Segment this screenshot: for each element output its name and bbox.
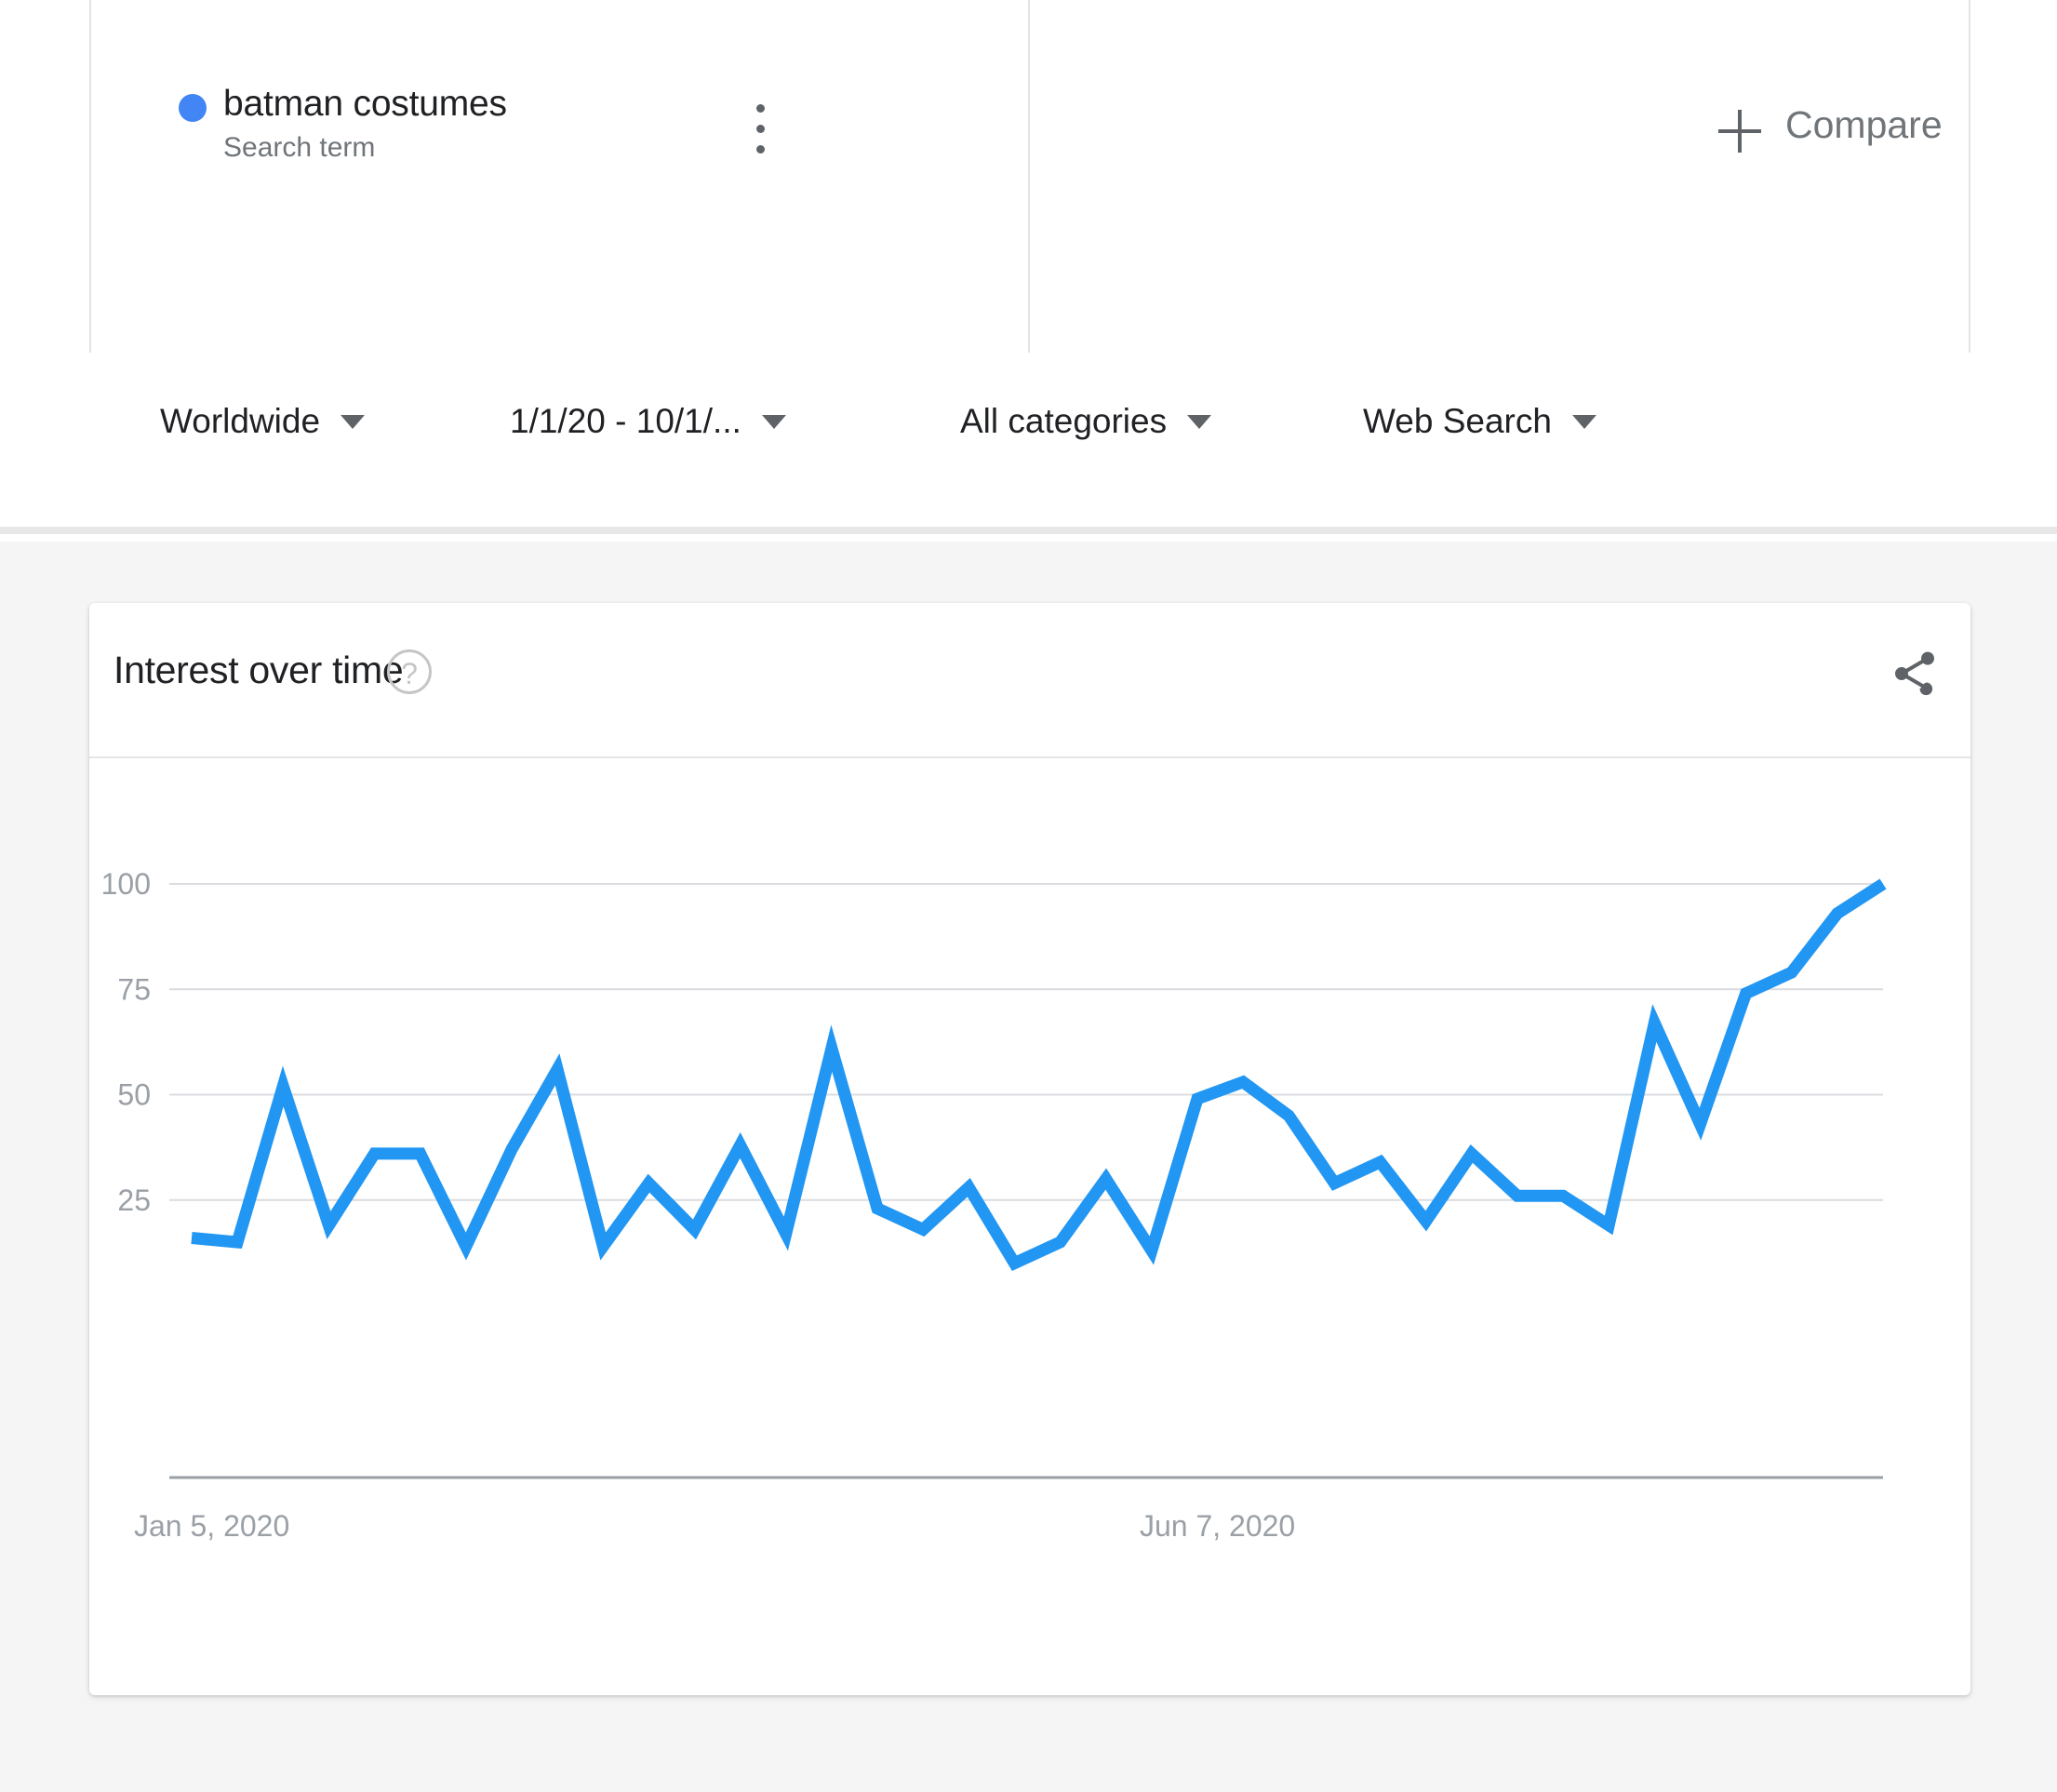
interest-over-time-card: Interest over time ? 25 50 75 100 Jan 5, 202… xyxy=(89,603,1970,1695)
search-term-card[interactable]: batman costumes Search term xyxy=(89,0,1030,353)
search-type-filter-label: Web Search xyxy=(1363,402,1552,440)
data-series-line xyxy=(191,878,1887,1272)
y-axis-tick-label: 75 xyxy=(117,972,151,1006)
card-header: Interest over time ? xyxy=(89,603,1970,758)
date-range-filter-label: 1/1/20 - 10/1/... xyxy=(510,402,741,440)
series-color-dot xyxy=(179,94,207,122)
location-filter-label: Worldwide xyxy=(160,402,321,440)
search-type-filter[interactable]: Web Search xyxy=(1363,394,1596,449)
x-axis-tick-label: Jun 7, 2020 xyxy=(1140,1509,1295,1543)
chevron-down-icon xyxy=(1571,414,1596,429)
y-axis-tick-label: 100 xyxy=(101,867,151,901)
y-axis-tick-label: 25 xyxy=(117,1184,151,1217)
x-axis-tick-label: Jan 5, 2020 xyxy=(134,1509,289,1543)
category-filter[interactable]: All categories xyxy=(960,394,1212,449)
kebab-menu-icon[interactable] xyxy=(754,104,767,162)
line-chart-svg: 25 50 75 100 Jan 5, 2020 Jun 7, 2020 xyxy=(101,867,1887,1543)
chevron-down-icon xyxy=(761,414,786,429)
page-title: Interest over time xyxy=(114,649,404,691)
category-filter-label: All categories xyxy=(960,402,1168,440)
term-bar: batman costumes Search term Compare xyxy=(0,0,2057,353)
filter-bar: Worldwide 1/1/20 - 10/1/... All categori… xyxy=(0,353,2057,534)
compare-button-label: Compare xyxy=(1785,103,1943,146)
help-circle-icon[interactable]: ? xyxy=(387,649,432,694)
plus-icon xyxy=(1718,110,1761,153)
y-axis-tick-label: 50 xyxy=(117,1078,151,1112)
location-filter[interactable]: Worldwide xyxy=(160,394,366,449)
chevron-down-icon xyxy=(341,414,366,429)
date-range-filter[interactable]: 1/1/20 - 10/1/... xyxy=(510,394,786,449)
page-body: Interest over time ? 25 50 75 100 Jan 5, 202… xyxy=(0,542,2057,1792)
search-term-type: Search term xyxy=(223,132,376,163)
add-comparison-card[interactable]: Compare xyxy=(1030,0,1970,353)
share-icon[interactable] xyxy=(1889,648,1941,700)
chevron-down-icon xyxy=(1187,414,1212,429)
interest-over-time-chart[interactable]: 25 50 75 100 Jan 5, 2020 Jun 7, 2020 xyxy=(89,758,1970,1693)
search-term-label: batman costumes xyxy=(223,84,507,124)
